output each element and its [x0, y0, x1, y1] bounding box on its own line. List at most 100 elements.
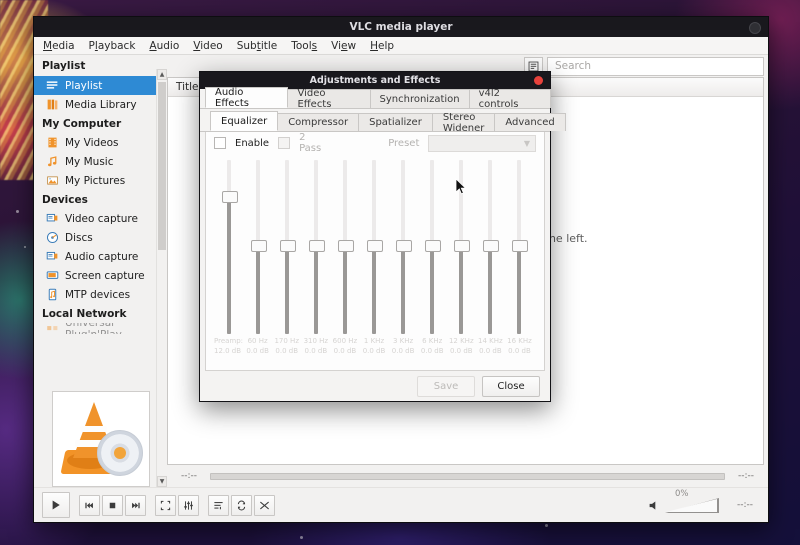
volume-muted-icon[interactable]	[648, 499, 661, 512]
sidebar-item-discs[interactable]: Discs	[34, 228, 167, 247]
scrollbar-thumb[interactable]	[158, 82, 166, 250]
tab-synchronization[interactable]: Synchronization	[370, 89, 470, 108]
sidebar-group-devices: Devices	[34, 190, 167, 209]
save-button[interactable]: Save	[417, 376, 475, 397]
band-knob[interactable]	[280, 240, 296, 252]
band-slider-1khz[interactable]	[359, 160, 388, 336]
preamp-knob[interactable]	[222, 191, 238, 203]
sidebar-item-screen-capture[interactable]: Screen capture	[34, 266, 167, 285]
band-slider-170hz[interactable]	[272, 160, 301, 336]
band-track[interactable]	[459, 160, 463, 334]
band-slider-16khz[interactable]	[505, 160, 534, 336]
band-fill	[430, 247, 434, 334]
menu-subtitle[interactable]: Subtitle	[236, 40, 279, 52]
scroll-down-icon[interactable]: ▼	[157, 476, 167, 487]
window-titlebar[interactable]: VLC media player	[34, 17, 768, 37]
band-slider-60hz[interactable]	[243, 160, 272, 336]
sidebar-item-my-music[interactable]: My Music	[34, 152, 167, 171]
sidebar-item-upnp[interactable]: Universal Plug'n'Play	[34, 323, 167, 334]
menu-video[interactable]: Video	[192, 40, 223, 52]
sidebar-item-label: Screen capture	[65, 270, 145, 282]
shuffle-button[interactable]	[254, 495, 275, 516]
menu-tools[interactable]: Tools	[290, 40, 318, 52]
band-track[interactable]	[343, 160, 347, 334]
tab-compressor[interactable]: Compressor	[277, 113, 359, 131]
sidebar-scrollbar[interactable]: ▲ ▼	[156, 69, 167, 487]
band-knob[interactable]	[483, 240, 499, 252]
menu-playback[interactable]: Playback	[88, 40, 137, 52]
playlist-toggle-button[interactable]	[208, 495, 229, 516]
dialog-close-icon[interactable]	[534, 76, 543, 85]
band-track[interactable]	[256, 160, 260, 334]
band-knob[interactable]	[454, 240, 470, 252]
band-track[interactable]	[488, 160, 492, 334]
menu-media[interactable]: Media	[42, 40, 76, 52]
equalizer-sliders	[206, 154, 544, 336]
tab-advanced[interactable]: Advanced	[494, 113, 565, 131]
sidebar-item-audio-capture[interactable]: Audio capture	[34, 247, 167, 266]
close-button[interactable]: Close	[482, 376, 540, 397]
band-track[interactable]	[430, 160, 434, 334]
band-track[interactable]	[372, 160, 376, 334]
sidebar-item-mtp-devices[interactable]: MTP devices	[34, 285, 167, 304]
sidebar-item-my-pictures[interactable]: My Pictures	[34, 171, 167, 190]
band-slider-3khz[interactable]	[389, 160, 418, 336]
band-track[interactable]	[285, 160, 289, 334]
loop-button[interactable]	[231, 495, 252, 516]
sidebar-item-playlist[interactable]: Playlist	[34, 76, 167, 95]
disc-icon	[46, 231, 59, 244]
window-close-icon[interactable]	[749, 22, 761, 34]
band-knob[interactable]	[425, 240, 441, 252]
stop-button[interactable]	[102, 495, 123, 516]
band-knob[interactable]	[367, 240, 383, 252]
band-slider-12khz[interactable]	[447, 160, 476, 336]
tab-equalizer[interactable]: Equalizer	[210, 111, 278, 131]
tab-audio-effects[interactable]: Audio Effects	[205, 87, 288, 108]
dialog-title: Adjustments and Effects	[310, 75, 441, 86]
band-freq: 1 KHz	[359, 336, 388, 346]
band-track[interactable]	[517, 160, 521, 334]
band-fill	[372, 247, 376, 334]
band-label-310hz: 310 Hz 0.0 dB	[301, 336, 330, 366]
search-input[interactable]	[553, 59, 758, 73]
band-knob[interactable]	[309, 240, 325, 252]
sidebar-item-media-library[interactable]: Media Library	[34, 95, 167, 114]
band-knob[interactable]	[251, 240, 267, 252]
shuffle-icon	[259, 500, 270, 511]
dialog-button-row: Save Close	[200, 371, 550, 401]
sidebar-item-my-videos[interactable]: My Videos	[34, 133, 167, 152]
preamp-track[interactable]	[227, 160, 231, 334]
seek-slider[interactable]	[210, 473, 725, 480]
next-button[interactable]	[125, 495, 146, 516]
fullscreen-button[interactable]	[155, 495, 176, 516]
sidebar-item-video-capture[interactable]: Video capture	[34, 209, 167, 228]
play-button[interactable]	[42, 492, 70, 518]
scroll-up-icon[interactable]: ▲	[157, 69, 167, 80]
preset-label: Preset	[388, 138, 419, 149]
tab-video-effects[interactable]: Video Effects	[287, 89, 370, 108]
band-slider-6khz[interactable]	[418, 160, 447, 336]
search-box[interactable]	[547, 57, 764, 76]
band-track[interactable]	[401, 160, 405, 334]
volume-control[interactable]: 0%	[648, 497, 721, 513]
menu-audio[interactable]: Audio	[148, 40, 180, 52]
cd-disc	[97, 430, 143, 476]
band-track[interactable]	[314, 160, 318, 334]
enable-checkbox[interactable]	[214, 137, 226, 149]
band-knob[interactable]	[338, 240, 354, 252]
preamp-slider[interactable]	[214, 160, 243, 336]
band-freq: 12 KHz	[447, 336, 476, 346]
band-slider-14khz[interactable]	[476, 160, 505, 336]
menu-help[interactable]: Help	[369, 40, 395, 52]
band-slider-600hz[interactable]	[330, 160, 359, 336]
menu-view[interactable]: View	[330, 40, 357, 52]
tab-v4l2-controls[interactable]: v4l2 controls	[469, 89, 551, 108]
extended-settings-button[interactable]	[178, 495, 199, 516]
volume-slider[interactable]	[665, 497, 721, 513]
previous-button[interactable]	[79, 495, 100, 516]
band-knob[interactable]	[512, 240, 528, 252]
tab-stereo-widener[interactable]: Stereo Widener	[432, 113, 496, 131]
tab-spatializer[interactable]: Spatializer	[358, 113, 433, 131]
band-slider-310hz[interactable]	[301, 160, 330, 336]
band-knob[interactable]	[396, 240, 412, 252]
